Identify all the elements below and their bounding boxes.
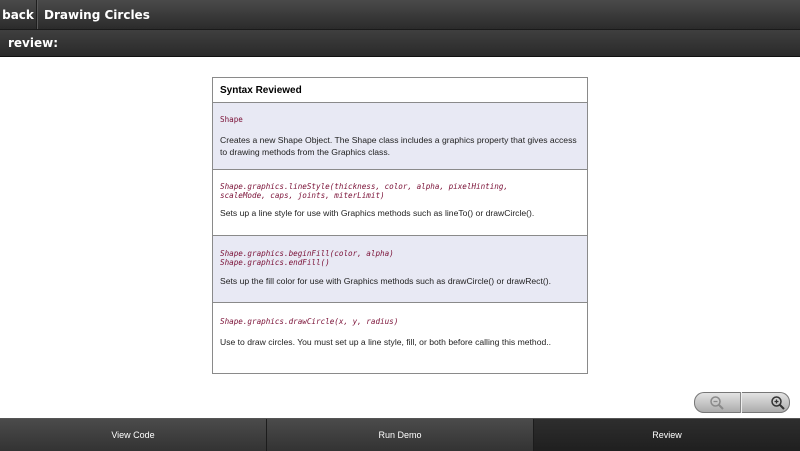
page-title: Drawing Circles	[44, 7, 150, 22]
syntax-code: Shape.graphics.drawCircle(x, y, radius)	[220, 317, 399, 326]
syntax-row-linestyle: Shape.graphics.lineStyle(thickness, colo…	[213, 170, 587, 236]
syntax-description: Sets up the fill color for use with Grap…	[220, 276, 551, 286]
back-button[interactable]: back	[0, 0, 37, 29]
syntax-code: Shape	[220, 115, 243, 124]
syntax-description: Sets up a line style for use with Graphi…	[220, 208, 535, 218]
tab-run-demo[interactable]: Run Demo	[267, 419, 534, 451]
syntax-row-drawcircle: Shape.graphics.drawCircle(x, y, radius) …	[213, 303, 587, 373]
tab-review[interactable]: Review	[534, 419, 800, 451]
syntax-description: Creates a new Shape Object. The Shape cl…	[220, 135, 577, 157]
section-header: review:	[0, 30, 800, 57]
title-bar: back Drawing Circles	[0, 0, 800, 30]
zoom-in-icon	[771, 395, 785, 410]
syntax-row-fill: Shape.graphics.beginFill(color, alpha) S…	[213, 236, 587, 303]
zoom-out-button[interactable]	[694, 392, 741, 413]
syntax-code: Shape.graphics.beginFill(color, alpha) S…	[220, 249, 394, 267]
syntax-table: Syntax Reviewed Shape Creates a new Shap…	[212, 77, 588, 374]
zoom-out-icon	[710, 395, 724, 410]
zoom-control	[694, 392, 790, 413]
bottom-tab-bar: View Code Run Demo Review	[0, 418, 800, 451]
zoom-in-button[interactable]	[741, 392, 791, 413]
syntax-code: Shape.graphics.lineStyle(thickness, colo…	[220, 182, 509, 200]
syntax-row-shape: Shape Creates a new Shape Object. The Sh…	[213, 103, 587, 170]
tab-view-code[interactable]: View Code	[0, 419, 267, 451]
section-label: review:	[8, 36, 59, 50]
syntax-table-header: Syntax Reviewed	[213, 78, 587, 103]
syntax-description: Use to draw circles. You must set up a l…	[220, 337, 552, 347]
